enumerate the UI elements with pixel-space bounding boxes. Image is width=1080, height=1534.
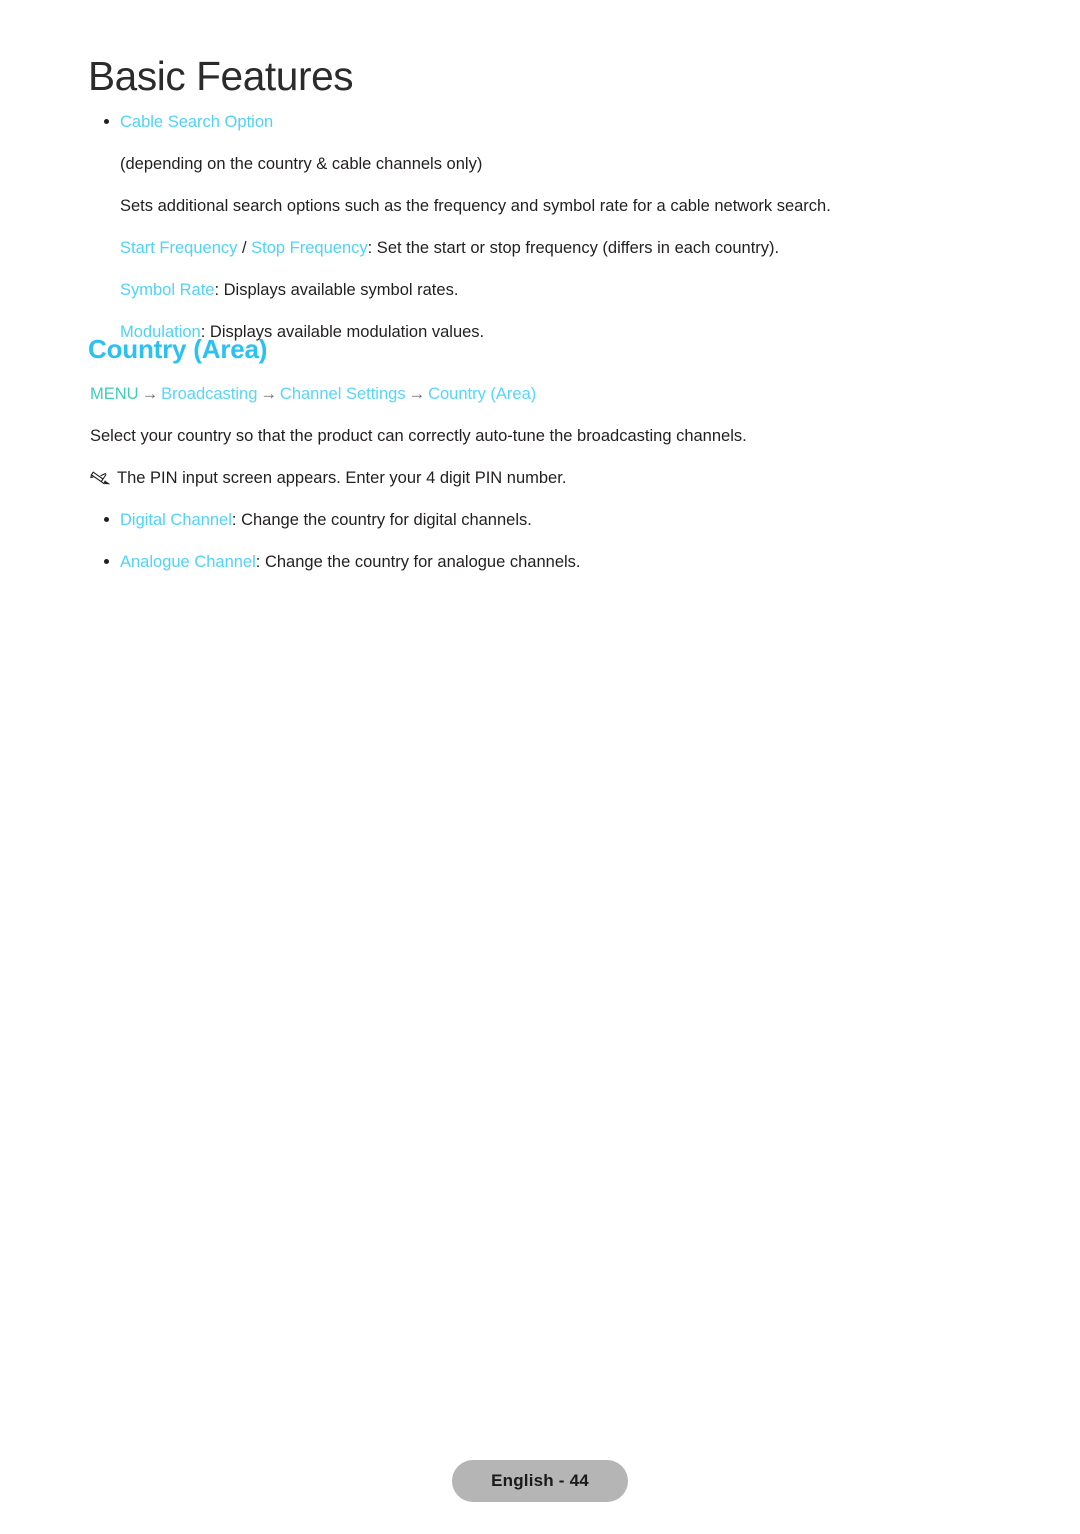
chevron-right-icon-2: → xyxy=(260,385,277,403)
option-symbol-rate: Symbol Rate: Displays available symbol r… xyxy=(0,280,1080,300)
footer-page-label: English - 44 xyxy=(491,1471,589,1490)
term-symbol-rate: Symbol Rate xyxy=(120,281,215,299)
breadcrumb-item-broadcasting[interactable]: Broadcasting xyxy=(161,385,257,403)
breadcrumb-item-country-area[interactable]: Country (Area) xyxy=(428,385,536,403)
bullet-dot-icon xyxy=(104,517,109,522)
list-item-analogue-channel: Analogue Channel: Change the country for… xyxy=(0,552,1080,572)
description-text: Sets additional search options such as t… xyxy=(120,197,831,215)
bullet-dot-icon xyxy=(104,559,109,564)
term-start-frequency: Start Frequency xyxy=(120,239,238,257)
cable-search-description: Sets additional search options such as t… xyxy=(0,196,1080,216)
section-heading-country-area: Country (Area) xyxy=(88,334,268,364)
breadcrumb-root-menu[interactable]: MENU xyxy=(90,385,139,403)
symbol-rate-description: : Displays available symbol rates. xyxy=(214,281,459,299)
pencil-note-icon xyxy=(90,470,112,486)
cable-search-condition-note: (depending on the country & cable channe… xyxy=(0,154,1080,174)
term-digital-channel: Digital Channel xyxy=(120,511,232,529)
chevron-right-icon-3: → xyxy=(408,385,426,403)
analogue-channel-description: : Change the country for analogue channe… xyxy=(255,553,581,571)
list-item-cable-search-option: Cable Search Option xyxy=(0,112,1080,132)
manual-page: Basic Features Cable Search Option (depe… xyxy=(0,0,1080,1534)
term-analogue-channel: Analogue Channel xyxy=(120,553,256,571)
separator-slash: / xyxy=(237,239,252,257)
bullet-dot-icon xyxy=(104,119,109,124)
start-stop-frequency-description: : Set the start or stop frequency (diffe… xyxy=(367,239,780,257)
country-area-content: MENU → Broadcasting → Channel Settings → Count… xyxy=(0,384,1080,584)
footer-page-badge: English - 44 xyxy=(452,1460,628,1502)
note-pin-input-text: The PIN input screen appears. Enter your… xyxy=(117,469,567,487)
page-title: Basic Features xyxy=(88,53,354,99)
note-pin-input: The PIN input screen appears. Enter your… xyxy=(0,468,1080,488)
page-content: Cable Search Option (depending on the co… xyxy=(0,112,1080,354)
condition-note-text: (depending on the country & cable channe… xyxy=(120,155,483,173)
term-stop-frequency: Stop Frequency xyxy=(251,239,368,257)
term-cable-search-option: Cable Search Option xyxy=(120,113,274,131)
chevron-right-icon-1: → xyxy=(141,385,159,403)
digital-channel-description: : Change the country for digital channel… xyxy=(231,511,532,529)
country-area-description-text: Select your country so that the product … xyxy=(90,427,747,445)
country-area-description: Select your country so that the product … xyxy=(0,426,1080,446)
breadcrumb: MENU → Broadcasting → Channel Settings → Count… xyxy=(0,384,1080,404)
breadcrumb-item-channel-settings[interactable]: Channel Settings xyxy=(280,385,406,403)
option-start-stop-frequency: Start Frequency / Stop Frequency: Set th… xyxy=(0,238,1080,258)
list-item-digital-channel: Digital Channel: Change the country for … xyxy=(0,510,1080,530)
